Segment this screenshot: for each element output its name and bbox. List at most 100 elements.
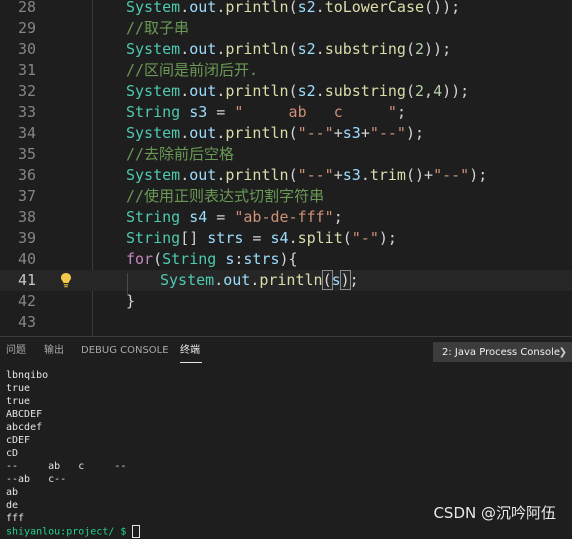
code-token: . bbox=[250, 271, 260, 289]
code-token: . bbox=[214, 271, 224, 289]
code-text: System.out.println(s); bbox=[160, 270, 359, 291]
code-text: //取子串 bbox=[126, 18, 189, 39]
code-token: . bbox=[360, 166, 370, 184]
code-token: . bbox=[216, 82, 226, 100]
terminal-output-line: true bbox=[6, 396, 31, 407]
code-token: . bbox=[315, 82, 325, 100]
terminal-output-line: cD bbox=[6, 448, 19, 459]
code-token: s4 bbox=[270, 229, 289, 247]
terminal-select-value: 2: Java Process Console bbox=[442, 347, 561, 358]
code-token: ()+ bbox=[405, 166, 434, 184]
code-token: String bbox=[162, 250, 217, 268]
code-token: = bbox=[243, 229, 271, 247]
code-token: . bbox=[180, 124, 190, 142]
code-line[interactable]: 33 String s3 = " ab c "; bbox=[0, 102, 572, 123]
code-line[interactable]: 39 String[] strs = s4.split("-"); bbox=[0, 228, 572, 249]
line-number: 35 bbox=[17, 145, 36, 163]
code-token: )); bbox=[442, 82, 470, 100]
code-line[interactable]: 43 bbox=[0, 312, 572, 333]
code-token: ( bbox=[153, 250, 163, 268]
line-number: 32 bbox=[17, 82, 36, 100]
code-token: . bbox=[216, 0, 226, 16]
code-token: ( bbox=[342, 229, 352, 247]
tab-output[interactable]: 输出 bbox=[44, 344, 64, 358]
code-token: ( bbox=[288, 82, 298, 100]
code-token: . bbox=[216, 124, 226, 142]
code-token: System bbox=[126, 0, 181, 16]
code-token: + bbox=[360, 124, 370, 142]
code-token: out bbox=[189, 0, 217, 16]
code-line[interactable]: 34 System.out.println("--"+s3+"--"); bbox=[0, 123, 572, 144]
active-tab-indicator bbox=[180, 362, 202, 363]
code-line[interactable]: 35 //去除前后空格 bbox=[0, 144, 572, 165]
tab-terminal[interactable]: 终端 bbox=[180, 344, 200, 358]
terminal-prompt: shiyanlou:project/ $ bbox=[6, 526, 127, 538]
code-token: 4 bbox=[433, 82, 443, 100]
code-line[interactable]: 30 System.out.println(s2.substring(2)); bbox=[0, 39, 572, 60]
code-token: " ab c " bbox=[234, 103, 397, 121]
code-token: . bbox=[180, 166, 190, 184]
code-line[interactable]: 29 //取子串 bbox=[0, 18, 572, 39]
code-text: } bbox=[126, 291, 135, 312]
watermark: CSDN @沉吟阿伍 bbox=[433, 504, 556, 522]
code-token: "--" bbox=[297, 166, 334, 184]
code-token: "--" bbox=[369, 124, 406, 142]
code-text: //使用正则表达式切割字符串 bbox=[126, 186, 324, 207]
code-token: System bbox=[126, 166, 181, 184]
code-token: . bbox=[315, 0, 325, 16]
code-token: String bbox=[126, 229, 181, 247]
code-text: //去除前后空格 bbox=[126, 144, 234, 165]
code-token: println bbox=[225, 166, 289, 184]
code-token: String bbox=[126, 103, 181, 121]
code-text: System.out.println(s2.toLowerCase()); bbox=[126, 0, 460, 18]
terminal-output-line: -- ab c -- bbox=[6, 461, 127, 472]
code-text: for(String s:strs){ bbox=[126, 249, 298, 270]
line-number: 38 bbox=[17, 208, 36, 226]
line-number: 30 bbox=[17, 40, 36, 58]
code-token: substring bbox=[324, 40, 406, 58]
code-token: [] bbox=[180, 229, 208, 247]
chevron-down-icon: ❯ bbox=[558, 347, 567, 358]
code-editor[interactable]: 28 System.out.println(s2.toLowerCase()); 2… bbox=[0, 0, 572, 336]
code-text: String s3 = " ab c "; bbox=[126, 102, 406, 123]
code-line[interactable]: 38 String s4 = "ab-de-fff"; bbox=[0, 207, 572, 228]
code-token: "-" bbox=[351, 229, 379, 247]
terminal-output-line: ABCDEF bbox=[6, 409, 43, 420]
code-line[interactable]: 42} bbox=[0, 291, 572, 312]
code-token: s2 bbox=[297, 40, 316, 58]
code-line[interactable]: 40 for(String s:strs){ bbox=[0, 249, 572, 270]
lightbulb-icon[interactable] bbox=[60, 272, 72, 288]
line-number: 39 bbox=[17, 229, 36, 247]
code-line[interactable]: 32 System.out.println(s2.substring(2,4)); bbox=[0, 81, 572, 102]
code-token: . bbox=[216, 40, 226, 58]
terminal-output-line: ab bbox=[6, 487, 19, 498]
code-token: split bbox=[297, 229, 343, 247]
code-token: out bbox=[189, 124, 217, 142]
code-line[interactable]: 31 //区间是前闭后开. bbox=[0, 60, 572, 81]
code-token: for bbox=[126, 250, 154, 268]
tab-problems[interactable]: 问题 bbox=[6, 344, 26, 358]
code-text: System.out.println(s2.substring(2)); bbox=[126, 39, 451, 60]
code-token: "--" bbox=[433, 166, 470, 184]
code-token: //去除前后空格 bbox=[126, 145, 235, 163]
code-line[interactable]: 41 System.out.println(s); bbox=[0, 270, 572, 291]
code-token: out bbox=[223, 271, 251, 289]
code-token: ( bbox=[405, 82, 415, 100]
code-token: ()); bbox=[424, 0, 461, 16]
line-number: 31 bbox=[17, 61, 36, 79]
code-token: s4 bbox=[189, 208, 208, 226]
code-line[interactable]: 37 //使用正则表达式切割字符串 bbox=[0, 186, 572, 207]
code-line[interactable]: 36 System.out.println("--"+s3.trim()+"--"… bbox=[0, 165, 572, 186]
terminal-select[interactable]: 2: Java Process Console ❯ bbox=[433, 342, 572, 362]
code-line[interactable]: 28 System.out.println(s2.toLowerCase()); bbox=[0, 0, 572, 18]
code-token: s3 bbox=[189, 103, 208, 121]
line-number: 42 bbox=[17, 292, 36, 310]
code-token: , bbox=[424, 82, 434, 100]
terminal-output-line: true bbox=[6, 383, 31, 394]
code-token: //使用正则表达式切割字符串 bbox=[126, 187, 325, 205]
code-token: ( bbox=[405, 40, 415, 58]
tab-debug-console[interactable]: DEBUG CONSOLE bbox=[81, 344, 169, 358]
code-token: toLowerCase bbox=[324, 0, 425, 16]
